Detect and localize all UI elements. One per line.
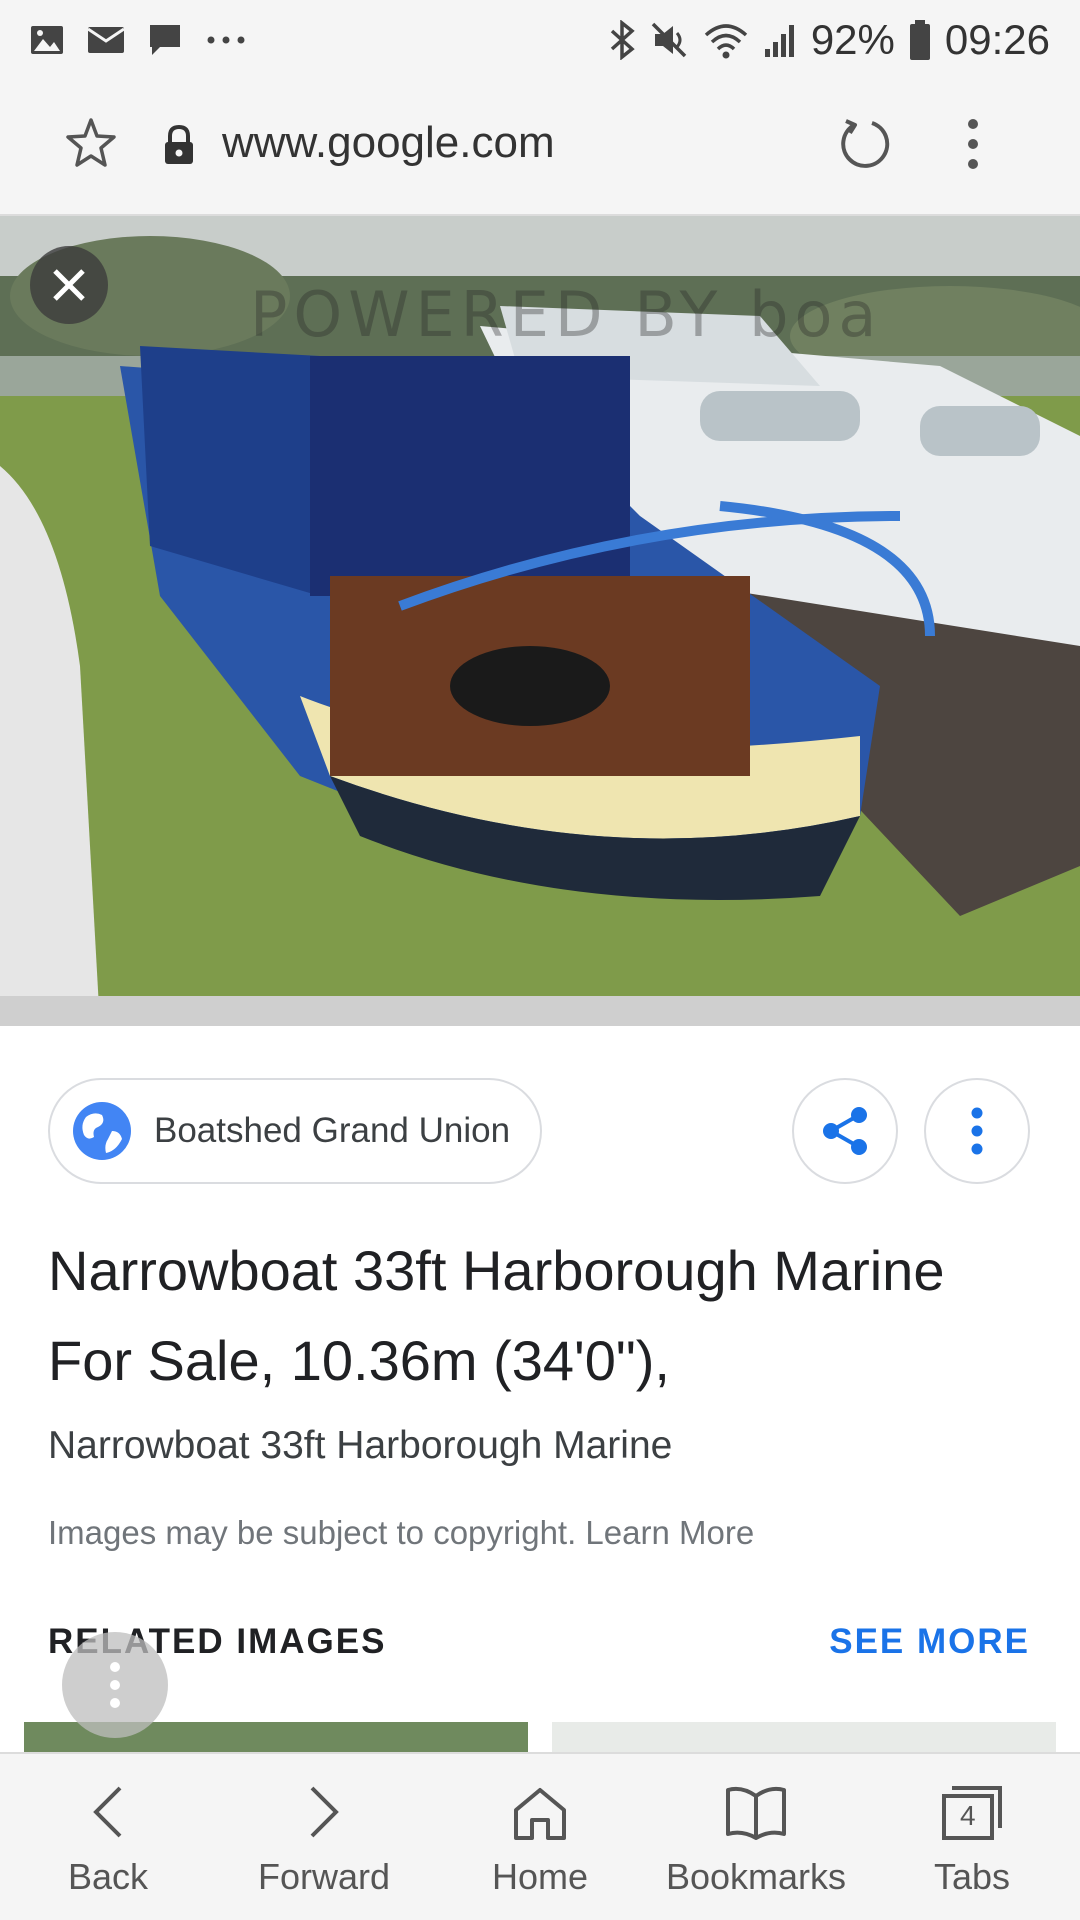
overflow-menu-icon[interactable] — [966, 116, 980, 177]
source-chip[interactable]: Boatshed Grand Union — [48, 1078, 542, 1184]
signal-icon — [763, 21, 797, 59]
tab-count: 4 — [960, 1800, 976, 1831]
chat-icon — [148, 23, 182, 57]
nav-label: Forward — [257, 1856, 391, 1897]
nav-back[interactable]: Back — [0, 1754, 216, 1920]
mute-icon — [649, 20, 689, 60]
close-preview-button[interactable] — [30, 246, 108, 324]
floating-menu-button[interactable] — [62, 1632, 168, 1738]
share-icon — [823, 1107, 867, 1155]
wifi-icon — [703, 21, 749, 59]
bottom-navigation: Back Forward Home Bookmarks 4 Tabs — [0, 1752, 1080, 1920]
image-icon — [30, 25, 64, 55]
nav-home[interactable]: Home — [432, 1754, 648, 1920]
bluetooth-icon — [609, 20, 635, 60]
reload-icon[interactable] — [836, 116, 892, 177]
close-icon — [53, 269, 85, 301]
more-dots-icon — [206, 35, 246, 45]
watermark-text: POWERED BY boatshed.com — [250, 278, 880, 351]
see-more-link[interactable]: SEE MORE — [829, 1622, 1030, 1662]
more-vert-icon — [110, 1662, 120, 1708]
nav-label: Back — [67, 1856, 149, 1897]
nav-label: Tabs — [933, 1856, 1011, 1897]
more-vert-icon — [971, 1107, 983, 1155]
notification-icons — [30, 23, 246, 57]
lock-icon — [162, 124, 196, 171]
image-preview[interactable]: POWERED BY boatshed.com — [0, 216, 1080, 1026]
share-button[interactable] — [792, 1078, 898, 1184]
home-icon — [514, 1788, 566, 1840]
nav-tabs[interactable]: 4 Tabs — [864, 1754, 1080, 1920]
globe-icon — [73, 1102, 131, 1160]
result-title[interactable]: Narrowboat 33ft Harborough Marine For Sa… — [48, 1226, 1038, 1406]
bookmark-star-icon[interactable] — [64, 116, 118, 175]
more-options-button[interactable] — [924, 1078, 1030, 1184]
watermark: POWERED BY boatshed.com — [250, 278, 880, 351]
nav-label: Bookmarks — [665, 1856, 847, 1897]
battery-icon — [909, 20, 931, 60]
related-thumbnail[interactable] — [552, 1722, 1056, 1752]
forward-icon — [310, 1786, 339, 1838]
battery-percent: 92% — [810, 16, 895, 63]
nav-forward[interactable]: Forward — [216, 1754, 432, 1920]
browser-toolbar: www.google.com — [0, 80, 1080, 216]
clock: 09:26 — [944, 16, 1050, 63]
back-icon — [93, 1786, 122, 1838]
bookmarks-icon — [726, 1786, 786, 1840]
url-field[interactable]: www.google.com — [222, 118, 555, 168]
mail-icon — [88, 27, 124, 53]
result-subtitle: Narrowboat 33ft Harborough Marine — [48, 1424, 673, 1467]
nav-label: Home — [491, 1856, 589, 1897]
copyright-notice[interactable]: Images may be subject to copyright. Lear… — [48, 1514, 754, 1552]
status-bar: 92% 09:26 — [0, 0, 1080, 80]
source-label: Boatshed Grand Union — [154, 1111, 511, 1150]
system-status: 92% 09:26 — [609, 16, 1050, 64]
nav-bookmarks[interactable]: Bookmarks — [648, 1754, 864, 1920]
